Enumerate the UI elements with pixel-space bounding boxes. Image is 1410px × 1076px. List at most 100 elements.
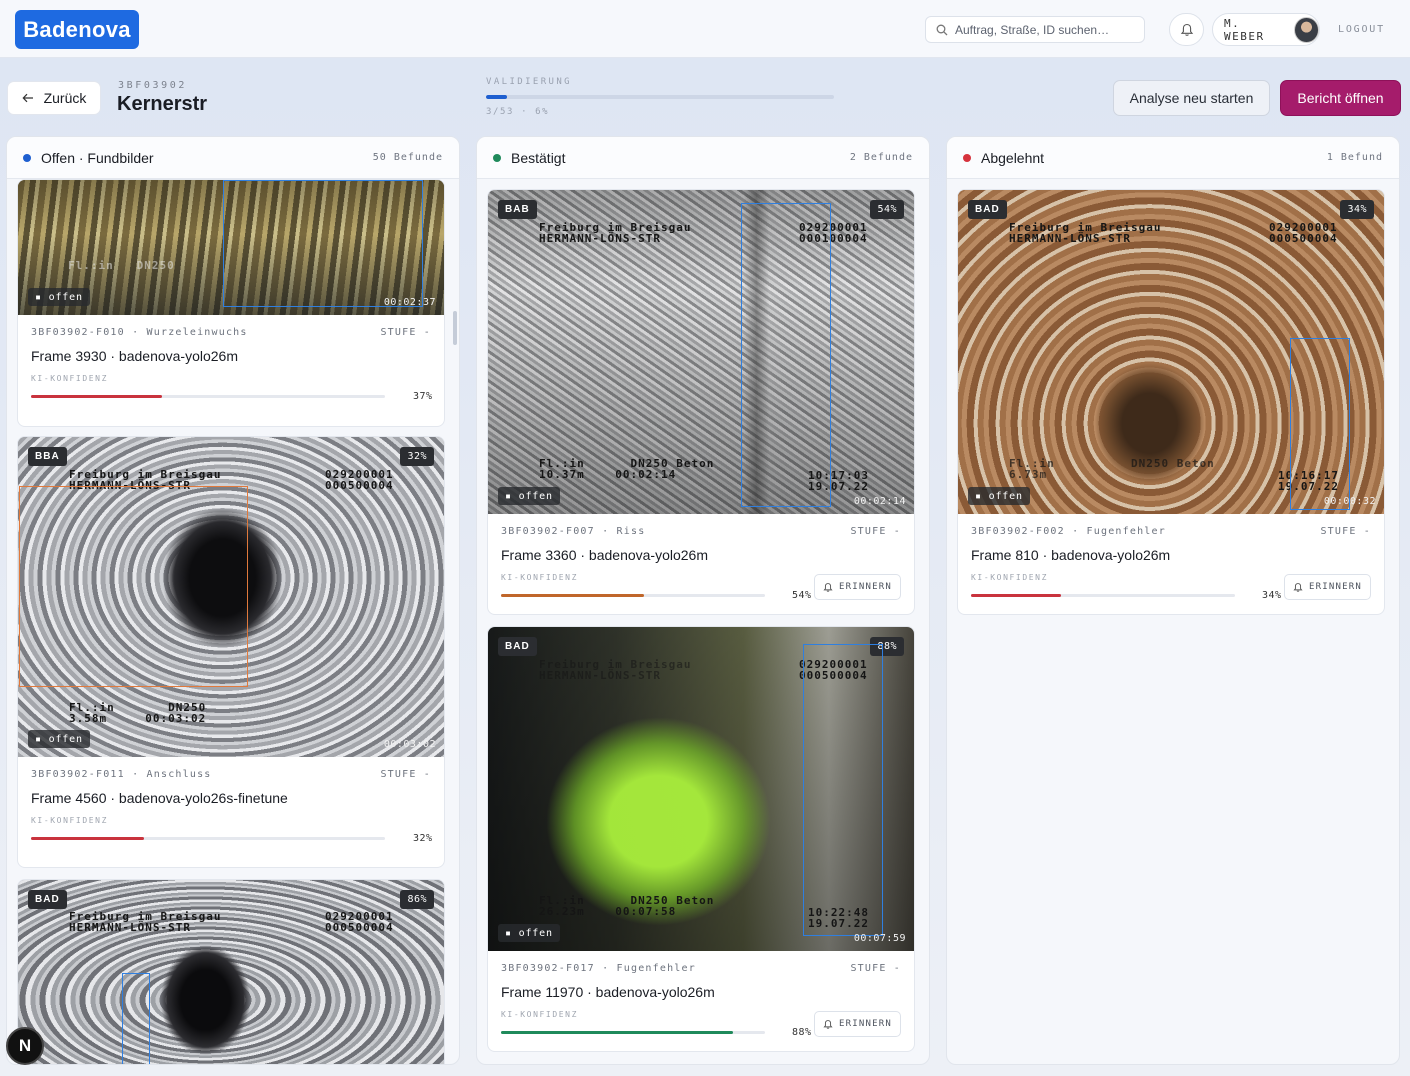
confidence-tag: 34% bbox=[1340, 200, 1374, 219]
column-title: Bestätigt bbox=[511, 149, 566, 166]
finding-card[interactable]: BAD 34% Freiburg im Breisgau HERMANN-LÖN… bbox=[957, 189, 1385, 615]
image-overlay-ids: 029200001 000500004 bbox=[325, 468, 394, 492]
finding-card[interactable]: BAD 88% Freiburg im Breisgau HERMANN-LÖN… bbox=[487, 626, 915, 1052]
image-overlay-location: Freiburg im Breisgau HERMANN-LÖNS-STR bbox=[539, 658, 692, 682]
finding-image[interactable]: BBA 32% Freiburg im Breisgau HERMANN-LÖN… bbox=[18, 437, 444, 757]
column-count: 2 Befunde bbox=[849, 152, 913, 163]
timecode: 00:07:59 bbox=[853, 933, 906, 944]
finding-meta: 3BF03902-F011 · Anschluss STUFE - bbox=[31, 769, 431, 780]
finding-card[interactable]: Fl.:in DN250 ▪ offen 00:02:37 3BF03902-F… bbox=[17, 179, 445, 427]
finding-image[interactable]: Fl.:in DN250 ▪ offen 00:02:37 bbox=[18, 180, 444, 315]
image-overlay-position: Fl.:in DN250 Beton 6.73m bbox=[1009, 457, 1215, 481]
confidence-bar bbox=[31, 837, 385, 840]
detection-box bbox=[19, 486, 248, 687]
finding-id: 3BF03902-F010 · Wurzeleinwuchs bbox=[31, 327, 248, 338]
remind-label: ERINNERN bbox=[839, 1019, 892, 1029]
status-tag-offen: ▪ offen bbox=[968, 487, 1030, 505]
finding-card[interactable]: BBA 32% Freiburg im Breisgau HERMANN-LÖN… bbox=[17, 436, 445, 868]
square-icon: ▪ bbox=[975, 490, 989, 502]
image-overlay-location: Freiburg im Breisgau HERMANN-LÖNS-STR bbox=[539, 221, 692, 245]
severity-level: STUFE - bbox=[380, 327, 431, 338]
remind-button[interactable]: ERINNERN bbox=[814, 574, 901, 600]
defect-code-tag: BAD bbox=[968, 200, 1007, 219]
remind-button[interactable]: ERINNERN bbox=[814, 1011, 901, 1037]
search-icon bbox=[936, 24, 948, 35]
validation-label: VALIDIERUNG bbox=[486, 77, 573, 87]
finding-id: 3BF03902-F002 · Fugenfehler bbox=[971, 526, 1166, 537]
top-bar: Badenova M. WEBER LOGOUT bbox=[0, 0, 1410, 58]
open-report-button[interactable]: Bericht öffnen bbox=[1280, 80, 1401, 116]
notifications-button[interactable] bbox=[1169, 13, 1204, 46]
confidence-label: KI-KONFIDENZ bbox=[31, 374, 108, 383]
badenova-logo[interactable]: Badenova bbox=[15, 10, 139, 49]
validation-progress-fill bbox=[486, 95, 507, 99]
image-overlay-text: Fl.:in DN250 bbox=[68, 259, 175, 272]
column-scrollbar[interactable] bbox=[453, 311, 457, 345]
search-box[interactable] bbox=[925, 16, 1145, 43]
square-icon: ▪ bbox=[35, 733, 49, 745]
defect-code-tag: BBA bbox=[28, 447, 67, 466]
confidence-fill bbox=[31, 395, 162, 398]
dev-tools-badge[interactable]: N bbox=[6, 1027, 44, 1065]
severity-level: STUFE - bbox=[380, 769, 431, 780]
column-header: Bestätigt 2 Befunde bbox=[477, 137, 929, 179]
image-overlay-ids: 029200001 000500004 bbox=[325, 910, 394, 934]
confidence-value: 37% bbox=[413, 391, 433, 402]
column-rejected: Abgelehnt 1 Befund BAD 34% Freiburg im B… bbox=[946, 136, 1400, 1065]
finding-card[interactable]: BAD 86% Freiburg im Breisgau HERMANN-LÖN… bbox=[17, 879, 445, 1064]
image-overlay-position: Fl.:in DN250 3.58m 00:03:02 bbox=[69, 701, 207, 725]
remind-button[interactable]: ERINNERN bbox=[1284, 574, 1371, 600]
confidence-bar bbox=[501, 594, 765, 597]
confidence-fill bbox=[971, 594, 1061, 597]
confidence-fill bbox=[501, 594, 644, 597]
bell-icon bbox=[1293, 582, 1303, 592]
remind-label: ERINNERN bbox=[1309, 582, 1362, 592]
finding-id: 3BF03902-F011 · Anschluss bbox=[31, 769, 212, 780]
square-icon: ▪ bbox=[35, 291, 49, 303]
confidence-tag: 86% bbox=[400, 890, 434, 909]
validation-progress-bar bbox=[486, 95, 834, 99]
finding-image[interactable]: BAD 34% Freiburg im Breisgau HERMANN-LÖN… bbox=[958, 190, 1384, 514]
image-overlay-location: Freiburg im Breisgau HERMANN-LÖNS-STR bbox=[69, 910, 222, 934]
detection-box bbox=[122, 973, 150, 1064]
back-label: Zurück bbox=[43, 90, 87, 106]
image-overlay-location: Freiburg im Breisgau HERMANN-LÖNS-STR bbox=[1009, 221, 1162, 245]
detection-box bbox=[741, 203, 831, 507]
confidence-label: KI-KONFIDENZ bbox=[501, 1010, 578, 1019]
user-menu[interactable]: M. WEBER bbox=[1212, 13, 1320, 46]
confidence-label: KI-KONFIDENZ bbox=[971, 573, 1048, 582]
finding-id: 3BF03902-F017 · Fugenfehler bbox=[501, 963, 696, 974]
severity-level: STUFE - bbox=[850, 526, 901, 537]
column-title: Abgelehnt bbox=[981, 149, 1045, 166]
page-title: Kernerstr bbox=[117, 93, 208, 115]
column-header: Offen · Fundbilder 50 Befunde bbox=[7, 137, 459, 179]
confidence-bar bbox=[31, 395, 385, 398]
restart-analysis-button[interactable]: Analyse neu starten bbox=[1113, 80, 1270, 116]
logout-link[interactable]: LOGOUT bbox=[1338, 24, 1385, 35]
confidence-value: 88% bbox=[792, 1027, 812, 1038]
status-dot bbox=[493, 153, 501, 162]
image-overlay-position: Fl.:in DN250 Beton 10.37m 00:02:14 bbox=[539, 457, 715, 481]
status-tag-offen: ▪ offen bbox=[28, 730, 90, 748]
timecode: 00:00:32 bbox=[1323, 496, 1376, 507]
finding-meta: 3BF03902-F002 · Fugenfehler STUFE - bbox=[971, 526, 1371, 537]
confidence-bar bbox=[971, 594, 1235, 597]
finding-id: 3BF03902-F007 · Riss bbox=[501, 526, 646, 537]
finding-card[interactable]: BAB 54% Freiburg im Breisgau HERMANN-LÖN… bbox=[487, 189, 915, 615]
frame-title: Frame 3930 · badenova-yolo26m bbox=[31, 348, 239, 364]
column-count: 1 Befund bbox=[1326, 152, 1383, 163]
finding-meta: 3BF03902-F007 · Riss STUFE - bbox=[501, 526, 901, 537]
back-button[interactable]: Zurück bbox=[7, 81, 101, 115]
status-tag-offen: ▪ offen bbox=[498, 924, 560, 942]
finding-image[interactable]: BAD 86% Freiburg im Breisgau HERMANN-LÖN… bbox=[18, 880, 444, 1064]
column-title: Offen · Fundbilder bbox=[41, 149, 154, 166]
finding-image[interactable]: BAB 54% Freiburg im Breisgau HERMANN-LÖN… bbox=[488, 190, 914, 514]
search-input[interactable] bbox=[955, 22, 1135, 37]
square-icon: ▪ bbox=[505, 490, 519, 502]
arrow-left-icon bbox=[22, 93, 33, 103]
detection-box bbox=[223, 180, 423, 307]
finding-image[interactable]: BAD 88% Freiburg im Breisgau HERMANN-LÖN… bbox=[488, 627, 914, 951]
image-overlay-position: Fl.:in DN250 Beton 26.23m 00:07:58 bbox=[539, 894, 715, 918]
finding-meta: 3BF03902-F010 · Wurzeleinwuchs STUFE - bbox=[31, 327, 431, 338]
order-id: 3BF03902 bbox=[118, 80, 187, 91]
